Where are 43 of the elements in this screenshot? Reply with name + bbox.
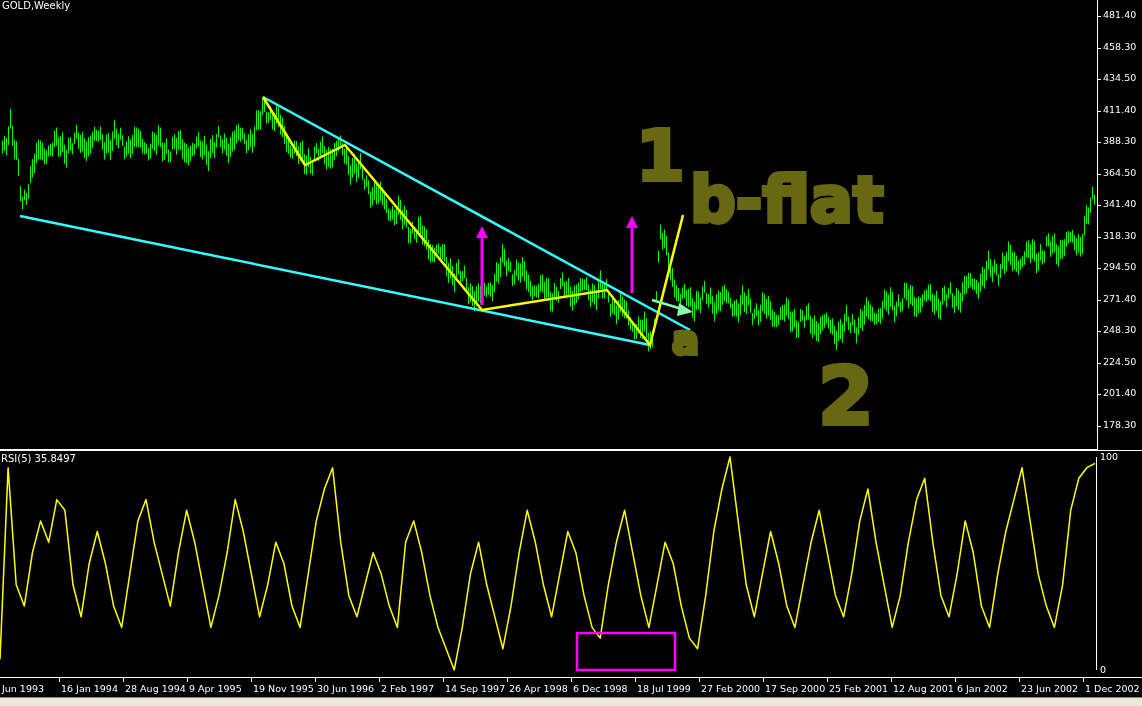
date-axis-label: 2 Feb 1997 <box>380 682 435 695</box>
date-axis-label: Jun 1993 <box>0 682 45 695</box>
arrow-icon <box>626 216 638 293</box>
date-axis-label: 9 Apr 1995 <box>188 682 242 695</box>
date-axis-label: 1 Dec 2002 <box>1084 682 1140 695</box>
price-axis-label: 178.30 <box>1098 418 1142 450</box>
date-axis-label: 30 Jun 1996 <box>316 682 375 695</box>
handwritten-label: b-flat <box>690 163 884 237</box>
date-axis-label: 6 Jan 2002 <box>956 682 1008 695</box>
date-axis-label: 27 Feb 2000 <box>700 682 761 695</box>
indicator-label: RSI(5) 35.8497 <box>1 453 76 464</box>
date-axis-label: 12 Aug 2001 <box>892 682 954 695</box>
date-axis-label: 14 Sep 1997 <box>444 682 506 695</box>
rsi-axis-label: 100 <box>1100 451 1119 463</box>
price-axis-label: 458.30 <box>1098 40 1142 72</box>
date-axis-label: 6 Dec 1998 <box>572 682 628 695</box>
date-axis-label: 26 Apr 1998 <box>508 682 568 695</box>
price-axis-label: 248.30 <box>1098 324 1142 356</box>
rsi-axis-label: 0 <box>1100 664 1107 676</box>
date-axis-label: 23 Jun 2002 <box>1020 682 1079 695</box>
price-axis-label: 411.40 <box>1098 103 1142 135</box>
price-axis-label: 318.30 <box>1098 229 1142 261</box>
price-axis-label: 364.50 <box>1098 166 1142 198</box>
price-axis-label: 388.30 <box>1098 135 1142 167</box>
price-axis-label: 341.40 <box>1098 198 1142 230</box>
arrow-icon <box>476 226 488 305</box>
handwritten-label: 2 <box>818 350 874 443</box>
date-axis-label: 18 Jul 1999 <box>636 682 691 695</box>
price-axis-label: 481.40 <box>1098 9 1142 41</box>
arrow-icon <box>651 298 693 316</box>
price-axis-label: 271.40 <box>1098 292 1142 324</box>
chart-title: GOLD,Weekly <box>2 0 71 11</box>
date-axis-label: 17 Sep 2000 <box>764 682 826 695</box>
handwritten-label: 1 <box>636 115 685 197</box>
price-axis-label: 224.50 <box>1098 355 1142 387</box>
price-axis-label: 201.40 <box>1098 387 1142 419</box>
date-axis-label: 25 Feb 2001 <box>828 682 889 695</box>
price-axis-label: 294.50 <box>1098 261 1142 293</box>
date-axis-label: 16 Jan 1994 <box>60 682 118 695</box>
date-axis-label: 28 Aug 1994 <box>124 682 186 695</box>
price-axis-label: 434.50 <box>1098 72 1142 104</box>
handwritten-label: a <box>672 317 699 363</box>
date-axis-label: 19 Nov 1995 <box>252 682 314 695</box>
